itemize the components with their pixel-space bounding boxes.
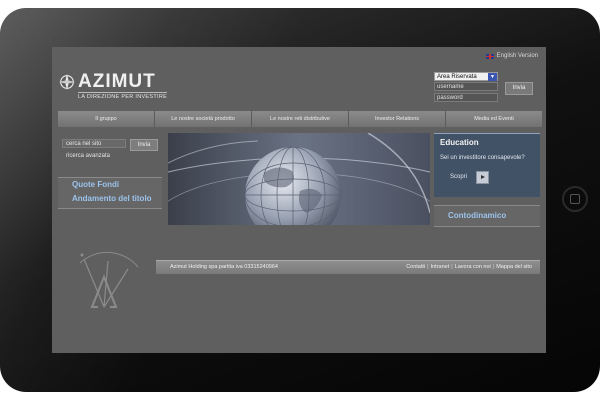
nav-item-reti[interactable]: Le nostre reti distributive bbox=[252, 111, 349, 127]
browser-screen: English Version AZIMUT LA DIREZIONE PER … bbox=[52, 47, 546, 353]
main-nav: Il gruppo Le nostre società prodotto Le … bbox=[58, 111, 542, 127]
area-select[interactable]: Area Riservata ▼ bbox=[434, 72, 498, 81]
azimut-logo[interactable]: AZIMUT LA DIREZIONE PER INVESTIRE bbox=[58, 71, 168, 101]
footer-link-lavora[interactable]: Lavora con noi bbox=[455, 264, 491, 270]
username-field[interactable]: username bbox=[434, 82, 498, 91]
footer-company: Azimut Holding spa partita iva 033152409… bbox=[170, 264, 278, 270]
andamento-titolo-link[interactable]: Andamento del titolo bbox=[58, 192, 162, 206]
education-box[interactable]: Education Sei un investitore consapevole… bbox=[434, 133, 540, 197]
search-input[interactable]: cerca nel sito bbox=[62, 139, 126, 148]
compass-watermark-icon bbox=[79, 251, 139, 308]
logo-tagline: LA DIREZIONE PER INVESTIRE bbox=[78, 92, 168, 100]
login-submit-button[interactable]: Invia bbox=[505, 82, 533, 95]
compass-star-icon bbox=[58, 73, 76, 91]
footer-link-mappa[interactable]: Mappa del sito bbox=[496, 264, 532, 270]
footer-bar: Azimut Holding spa partita iva 033152409… bbox=[156, 260, 540, 274]
nav-item-investor[interactable]: Investor Relations bbox=[349, 111, 446, 127]
education-question: Sei un investitore consapevole? bbox=[440, 155, 525, 161]
language-link[interactable]: English Version bbox=[497, 53, 538, 59]
nav-item-societa[interactable]: Le nostre società prodotto bbox=[155, 111, 252, 127]
language-switch[interactable]: English Version bbox=[485, 53, 538, 59]
site-search: cerca nel sito Invia ricerca avanzata bbox=[58, 139, 162, 167]
nav-item-gruppo[interactable]: Il gruppo bbox=[58, 111, 155, 127]
globe-illustration bbox=[168, 133, 430, 225]
uk-flag-icon bbox=[485, 53, 494, 59]
advanced-search-link[interactable]: ricerca avanzata bbox=[66, 153, 110, 159]
login-form: Area Riservata ▼ username password Invia bbox=[434, 72, 544, 112]
footer-link-intranet[interactable]: Intranet bbox=[431, 264, 450, 270]
footer-links: Contatti | Intranet | Lavora con noi | Mappa d… bbox=[406, 261, 532, 274]
nav-item-media[interactable]: Media ed Eventi bbox=[446, 111, 542, 127]
education-cta[interactable]: Scopri bbox=[450, 174, 467, 180]
side-links-box: Quote Fondi Andamento del titolo bbox=[58, 177, 162, 209]
contodinamico-box[interactable]: Contodinamico bbox=[434, 205, 540, 227]
chevron-down-icon[interactable]: ▼ bbox=[488, 73, 497, 81]
logo-name: AZIMUT bbox=[78, 71, 156, 92]
area-select-value: Area Riservata bbox=[437, 74, 477, 80]
quote-fondi-link[interactable]: Quote Fondi bbox=[58, 178, 162, 192]
contodinamico-link[interactable]: Contodinamico bbox=[434, 206, 540, 226]
hero-globe-image bbox=[168, 133, 430, 225]
password-field[interactable]: password bbox=[434, 93, 498, 102]
search-submit-button[interactable]: Invia bbox=[130, 139, 158, 151]
footer-link-contatti[interactable]: Contatti bbox=[406, 264, 425, 270]
education-title: Education bbox=[440, 138, 479, 147]
play-icon[interactable] bbox=[476, 171, 489, 184]
home-button-icon[interactable] bbox=[562, 186, 588, 212]
